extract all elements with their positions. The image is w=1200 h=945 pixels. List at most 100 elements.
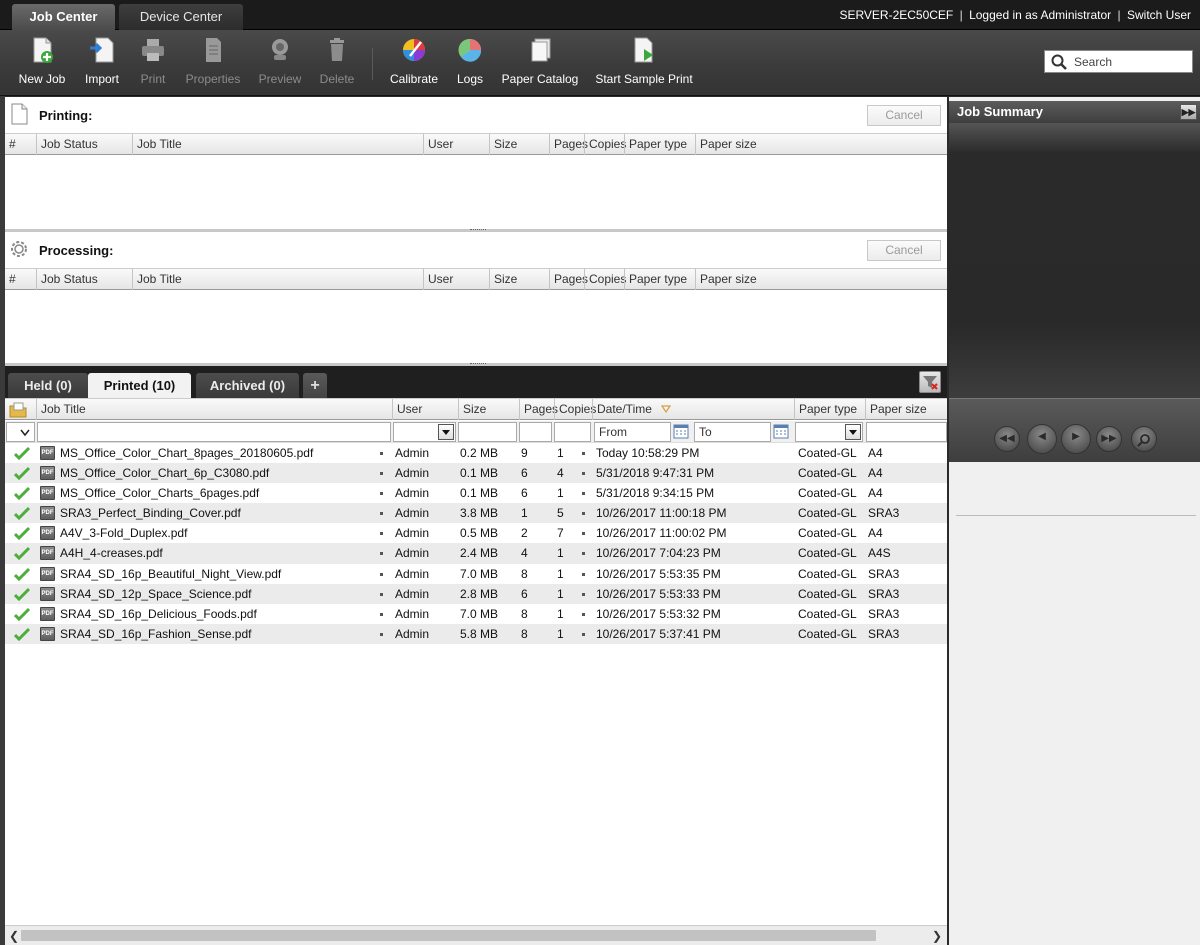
table-row[interactable]: PDF SRA4_SD_16p_Beautiful_Night_View.pdf A… [5, 564, 947, 584]
table-row[interactable]: PDF SRA4_SD_12p_Space_Science.pdf Admin 2.8… [5, 583, 947, 604]
printing-panel: Printing: Cancel # Job Status Job Title … [5, 97, 947, 231]
col-pages[interactable]: Pages [549, 269, 588, 290]
paper-size-cell: SRA3 [868, 606, 900, 621]
col-copies[interactable]: Copies [584, 134, 626, 155]
table-row[interactable]: PDF SRA3_Perfect_Binding_Cover.pdf Admin 3.… [5, 503, 947, 524]
calendar-icon[interactable] [773, 423, 789, 439]
paper-type-cell: Coated-GL [798, 626, 857, 641]
status-filter-dropdown[interactable] [6, 422, 35, 442]
calendar-icon[interactable] [673, 423, 689, 439]
bullet-icon [380, 452, 383, 455]
paper-catalog-button[interactable]: Paper Catalog [498, 36, 582, 92]
printing-cancel-button[interactable]: Cancel [867, 105, 941, 126]
properties-button[interactable]: Properties [180, 36, 246, 92]
bullet-icon [582, 612, 585, 616]
scroll-right-icon[interactable]: ❯ [932, 929, 942, 943]
job-title-filter[interactable] [37, 422, 391, 442]
col-job-status[interactable]: Job Status [36, 269, 132, 290]
tab-held[interactable]: Held (0) [8, 373, 88, 398]
bullet-icon [582, 512, 585, 516]
pages-filter[interactable] [519, 422, 552, 442]
col-job-title[interactable]: Job Title [132, 134, 423, 155]
start-sample-print-button[interactable]: Start Sample Print [592, 36, 696, 92]
import-button[interactable]: Import [78, 36, 126, 92]
last-page-button[interactable]: ▶▶ [1096, 426, 1122, 452]
toolbar: New Job Import Print Properties Preview [0, 30, 1200, 96]
top-bar: Job Center Device Center SERVER-2EC50CEF… [0, 0, 1200, 30]
col-number[interactable]: # [5, 269, 36, 290]
switch-user-link[interactable]: Switch User [1127, 8, 1191, 22]
job-tabs: Held (0) Printed (10) Archived (0) + [5, 366, 947, 398]
col-datetime[interactable]: Date/Time [592, 399, 794, 420]
next-page-button[interactable]: ▶ [1061, 424, 1091, 454]
pdf-icon: PDF [40, 586, 55, 601]
previous-page-button[interactable]: ◀ [1027, 424, 1057, 454]
add-tab-button[interactable]: + [303, 373, 327, 398]
col-paper-type[interactable]: Paper type [624, 269, 695, 290]
processing-cancel-button[interactable]: Cancel [867, 240, 941, 261]
col-number[interactable]: # [5, 134, 36, 155]
col-size[interactable]: Size [458, 399, 519, 420]
tab-device-center[interactable]: Device Center [119, 4, 243, 30]
col-job-title[interactable]: Job Title [132, 269, 423, 290]
paper-size-cell: SRA3 [868, 586, 900, 601]
user-filter-dropdown[interactable] [393, 422, 456, 442]
col-pages[interactable]: Pages [519, 399, 558, 420]
clear-filter-button[interactable] [919, 371, 941, 393]
col-copies[interactable]: Copies [554, 399, 596, 420]
scroll-left-icon[interactable]: ❮ [9, 929, 19, 943]
preview-button[interactable]: Preview [254, 36, 306, 92]
search-box[interactable] [1044, 50, 1193, 73]
col-job-status[interactable]: Job Status [36, 134, 132, 155]
print-button[interactable]: Print [134, 36, 172, 92]
search-input[interactable] [1074, 53, 1188, 70]
paper-type-filter-dropdown[interactable] [795, 422, 863, 442]
printed-column-header: Job Title User Size Pages Copies Date/Ti… [5, 398, 947, 420]
col-size[interactable]: Size [489, 134, 549, 155]
bullet-icon [380, 632, 383, 636]
col-paper-type[interactable]: Paper type [624, 134, 695, 155]
copies-filter[interactable] [554, 422, 591, 442]
paper-size-filter[interactable] [866, 422, 947, 442]
job-title-cell: SRA3_Perfect_Binding_Cover.pdf [60, 506, 241, 521]
table-row[interactable]: PDF MS_Office_Color_Chart_6p_C3080.pdf Adm… [5, 463, 947, 484]
table-row[interactable]: PDF MS_Office_Color_Charts_6pages.pdf Admi… [5, 483, 947, 503]
table-row[interactable]: PDF MS_Office_Color_Chart_8pages_20180605… [5, 443, 947, 463]
col-size[interactable]: Size [489, 269, 549, 290]
expand-panel-button[interactable]: ▶▶ [1180, 104, 1197, 120]
previous-icon: ◀ [1038, 431, 1046, 442]
col-type[interactable] [5, 399, 36, 420]
delete-button[interactable]: Delete [314, 36, 360, 92]
col-user[interactable]: User [423, 134, 489, 155]
tab-job-center[interactable]: Job Center [12, 4, 115, 30]
tab-archived[interactable]: Archived (0) [196, 373, 299, 398]
col-user[interactable]: User [392, 399, 458, 420]
col-paper-size[interactable]: Paper size [865, 399, 947, 420]
size-filter[interactable] [458, 422, 517, 442]
col-pages[interactable]: Pages [549, 134, 588, 155]
table-row[interactable]: PDF A4H_4-creases.pdf Admin 2.4 MB 4 1 10/26/2… [5, 543, 947, 564]
pages-cell: 4 [521, 546, 528, 561]
logs-button[interactable]: Logs [450, 36, 490, 92]
col-paper-size[interactable]: Paper size [695, 269, 947, 290]
col-user[interactable]: User [423, 269, 489, 290]
col-paper-size[interactable]: Paper size [695, 134, 947, 155]
col-job-title[interactable]: Job Title [36, 399, 392, 420]
table-row[interactable]: PDF A4V_3-Fold_Duplex.pdf Admin 0.5 MB 2 7 10/… [5, 523, 947, 543]
new-job-button[interactable]: New Job [14, 36, 70, 92]
col-paper-type[interactable]: Paper type [794, 399, 865, 420]
tab-printed[interactable]: Printed (10) [88, 373, 191, 398]
server-info: SERVER-2EC50CEF | Logged in as Administr… [839, 8, 1191, 22]
job-title-cell: MS_Office_Color_Charts_6pages.pdf [60, 486, 260, 501]
first-page-button[interactable]: ◀◀ [994, 426, 1020, 452]
table-row[interactable]: PDF SRA4_SD_16p_Fashion_Sense.pdf Admin 5.8… [5, 623, 947, 644]
scrollbar-thumb[interactable] [21, 930, 876, 941]
horizontal-scrollbar[interactable]: ❮ ❯ [5, 925, 947, 945]
col-copies[interactable]: Copies [584, 269, 626, 290]
date-to-field[interactable]: To [694, 422, 771, 442]
zoom-button[interactable] [1131, 426, 1157, 452]
table-row[interactable]: PDF SRA4_SD_16p_Delicious_Foods.pdf Admin 7… [5, 604, 947, 624]
calibrate-button[interactable]: Calibrate [386, 36, 442, 92]
date-from-field[interactable]: From [594, 422, 671, 442]
preview-label: Preview [258, 72, 302, 86]
